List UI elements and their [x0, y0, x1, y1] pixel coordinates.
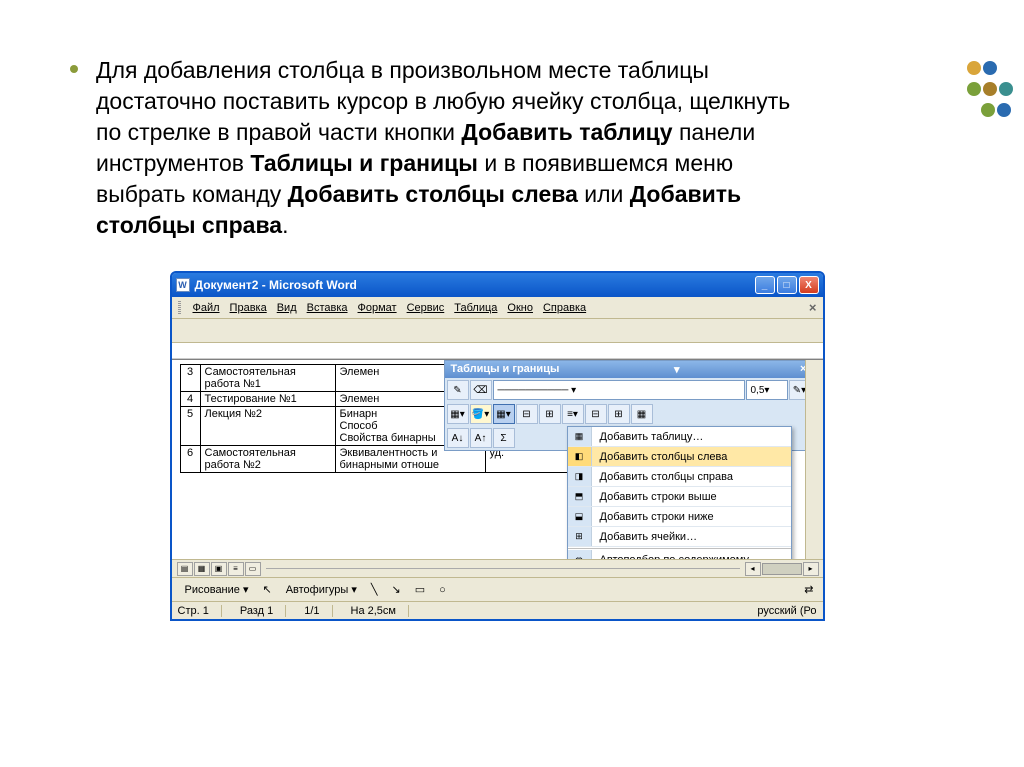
autosum-icon[interactable]: Σ	[493, 428, 515, 448]
status-bar: Стр. 1 Разд 1 1/1 На 2,5см русский (Ро	[172, 601, 823, 619]
autofit-icon: ⇹	[568, 550, 592, 559]
insert-table-button[interactable]: ▦▾	[493, 404, 515, 424]
menu-file[interactable]: Файл	[193, 302, 220, 314]
right-sidebar	[805, 360, 823, 559]
doc-close-button[interactable]: ×	[809, 300, 817, 315]
menu-item-add-cols-right[interactable]: ◨Добавить столбцы справа	[568, 467, 791, 487]
cols-right-icon: ◨	[568, 467, 592, 486]
scroll-left-icon[interactable]: ◂	[745, 562, 761, 576]
word-screenshot: W Документ2 - Microsoft Word _ □ X Файл …	[170, 271, 825, 621]
maximize-button[interactable]: □	[777, 276, 797, 294]
view-buttons: ▤ ▦ ▣ ≡ ▭ ◂ ▸	[172, 559, 823, 577]
border-icon[interactable]: ▦▾	[447, 404, 469, 424]
menu-item-add-cols-left[interactable]: ◧Добавить столбцы слева	[568, 447, 791, 467]
menu-help[interactable]: Справка	[543, 302, 586, 314]
panel-title[interactable]: Таблицы и границы ▾ ×	[445, 361, 813, 378]
cols-left-icon: ◧	[568, 447, 592, 466]
menu-format[interactable]: Формат	[358, 302, 397, 314]
line-style-select[interactable]: ────────── ▾	[493, 380, 745, 400]
arrow-icon[interactable]: ↘	[387, 581, 406, 598]
menu-bar: Файл Правка Вид Вставка Формат Сервис Та…	[172, 297, 823, 319]
sort-asc-icon[interactable]: A↓	[447, 428, 469, 448]
menu-insert[interactable]: Вставка	[307, 302, 348, 314]
panel-dropdown-icon[interactable]: ▾	[674, 363, 680, 376]
table-icon: ▦	[568, 427, 592, 446]
status-pages: 1/1	[304, 605, 332, 617]
select-arrow-icon[interactable]: ↖	[257, 581, 276, 598]
eraser-icon[interactable]: ⌫	[470, 380, 492, 400]
toolbar	[172, 319, 823, 343]
drawing-toolbar: Рисование ▾ ↖ Автофигуры ▾ ╲ ↘ ▭ ○ ⇄	[172, 577, 823, 601]
menu-item-add-table[interactable]: ▦Добавить таблицу…	[568, 427, 791, 447]
cells-icon: ⊞	[568, 527, 592, 546]
print-view-icon[interactable]: ▣	[211, 562, 227, 576]
line-icon[interactable]: ╲	[366, 581, 383, 598]
autoformat-icon[interactable]: ▦	[631, 404, 653, 424]
arrows-icon[interactable]: ⇄	[799, 581, 818, 598]
word-icon: W	[176, 278, 190, 292]
instruction-text: Для добавления столбца в произвольном ме…	[96, 55, 816, 241]
distribute-cols-icon[interactable]: ⊞	[608, 404, 630, 424]
menu-item-autofit-content[interactable]: ⇹Автоподбор по содержимому	[568, 550, 791, 559]
menu-item-add-rows-above[interactable]: ⬒Добавить строки выше	[568, 487, 791, 507]
ruler[interactable]	[172, 343, 823, 359]
reading-view-icon[interactable]: ▭	[245, 562, 261, 576]
menu-tools[interactable]: Сервис	[407, 302, 445, 314]
menu-item-add-cells[interactable]: ⊞Добавить ячейки…	[568, 527, 791, 547]
rows-above-icon: ⬒	[568, 487, 592, 506]
split-cells-icon[interactable]: ⊞	[539, 404, 561, 424]
minimize-button[interactable]: _	[755, 276, 775, 294]
status-section: Разд 1	[240, 605, 286, 617]
oval-icon[interactable]: ○	[434, 582, 451, 598]
bullet-icon	[70, 65, 78, 73]
drawing-menu[interactable]: Рисование ▾	[180, 581, 254, 598]
fill-color-icon[interactable]: 🪣▾	[470, 404, 492, 424]
menu-item-add-rows-below[interactable]: ⬓Добавить строки ниже	[568, 507, 791, 527]
distribute-rows-icon[interactable]: ⊟	[585, 404, 607, 424]
draw-table-icon[interactable]: ✎	[447, 380, 469, 400]
status-page: Стр. 1	[178, 605, 222, 617]
outline-view-icon[interactable]: ≡	[228, 562, 244, 576]
menu-view[interactable]: Вид	[277, 302, 297, 314]
line-weight-select[interactable]: 0,5 ▾	[746, 380, 788, 400]
document-area[interactable]: 3Самостоятельная работа №1Элемен2 4Тести…	[172, 359, 823, 559]
close-button[interactable]: X	[799, 276, 819, 294]
titlebar[interactable]: W Документ2 - Microsoft Word _ □ X	[172, 273, 823, 297]
window-title: Документ2 - Microsoft Word	[195, 278, 755, 292]
web-view-icon[interactable]: ▦	[194, 562, 210, 576]
insert-dropdown-menu: ▦Добавить таблицу… ◧Добавить столбцы сле…	[567, 426, 792, 559]
status-language: русский (Ро	[757, 605, 816, 617]
grip-handle[interactable]	[178, 301, 181, 315]
sort-desc-icon[interactable]: A↑	[470, 428, 492, 448]
align-icon[interactable]: ≡▾	[562, 404, 584, 424]
menu-edit[interactable]: Правка	[230, 302, 267, 314]
hscroll-thumb[interactable]	[762, 563, 802, 575]
normal-view-icon[interactable]: ▤	[177, 562, 193, 576]
bullet-list-item: Для добавления столбца в произвольном ме…	[70, 55, 924, 241]
decorative-dots	[966, 60, 1014, 123]
scroll-right-icon[interactable]: ▸	[803, 562, 819, 576]
menu-table[interactable]: Таблица	[454, 302, 497, 314]
autoshapes-menu[interactable]: Автофигуры ▾	[281, 581, 362, 598]
rect-icon[interactable]: ▭	[410, 581, 430, 598]
menu-window[interactable]: Окно	[507, 302, 533, 314]
merge-cells-icon[interactable]: ⊟	[516, 404, 538, 424]
status-at: На 2,5см	[351, 605, 409, 617]
rows-below-icon: ⬓	[568, 507, 592, 526]
